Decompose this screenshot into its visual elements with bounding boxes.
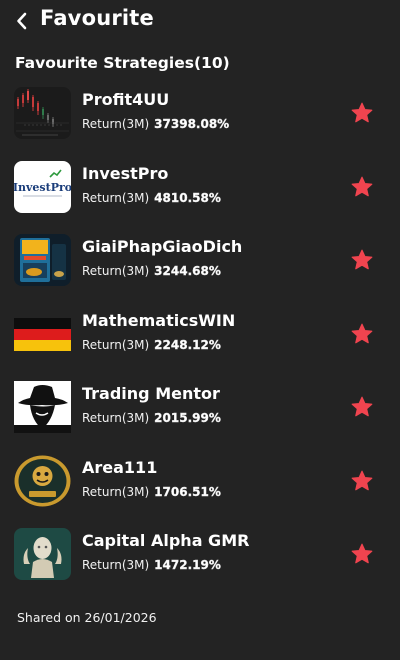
shared-date-text: Shared on 26/01/2026 xyxy=(17,610,157,625)
return-value: 1472.19% xyxy=(154,558,221,572)
return-info: Return(3M) 2015.99% xyxy=(82,411,221,425)
investpro-logo-text: InvestPro xyxy=(14,181,71,194)
return-info: Return(3M) 4810.58% xyxy=(82,190,221,205)
gold-emblem-thumbnail xyxy=(14,454,71,507)
strategy-name: InvestPro xyxy=(82,163,169,183)
return-info: Return(3M) 2248.12% xyxy=(82,337,221,352)
favourite-star-button[interactable] xyxy=(350,395,376,421)
star-icon xyxy=(351,323,373,343)
list-item[interactable]: MathematicsWIN Return(3M) 2248.12% xyxy=(0,303,400,377)
list-item[interactable]: Capital Alpha GMR Return(3M) 1472.19% xyxy=(0,523,400,597)
return-value: 3244.68% xyxy=(154,264,221,278)
return-value: 1706.51% xyxy=(154,484,221,499)
strategy-name: MathematicsWIN xyxy=(82,310,236,330)
return-info: Return(3M) 37398.08% xyxy=(82,117,229,131)
return-info: Return(3M) 3244.68% xyxy=(82,264,221,278)
favourite-star-button[interactable] xyxy=(350,175,376,201)
strategy-list: Profit4UU Return(3M) 37398.08% InvestPro… xyxy=(0,82,400,597)
strategy-name: Area111 xyxy=(82,457,158,477)
book-cover-thumbnail xyxy=(14,234,71,286)
back-button[interactable] xyxy=(10,8,34,34)
chevron-left-icon xyxy=(17,12,27,30)
favourite-star-button[interactable] xyxy=(350,248,376,274)
return-value: 37398.08% xyxy=(154,117,230,131)
star-icon xyxy=(351,396,373,417)
candlestick-chart-thumbnail xyxy=(14,87,71,139)
list-item[interactable]: GiaiPhapGiaoDich Return(3M) 3244.68% xyxy=(0,229,400,303)
german-flag-thumbnail xyxy=(14,307,71,360)
return-label: Return(3M) xyxy=(82,264,150,278)
star-icon xyxy=(351,102,373,123)
list-item[interactable]: Trading Mentor Return(3M) 2015.99% xyxy=(0,376,400,450)
return-value: 4810.58% xyxy=(154,190,221,205)
section-title: Favourite Strategies(10) xyxy=(15,54,230,72)
favourite-star-button[interactable] xyxy=(350,542,376,568)
star-icon xyxy=(351,470,373,490)
return-label: Return(3M) xyxy=(82,484,150,499)
hat-silhouette-thumbnail xyxy=(14,381,71,433)
list-item[interactable]: Profit4UU Return(3M) 37398.08% xyxy=(0,82,400,156)
favourite-star-button[interactable] xyxy=(350,101,376,127)
favourite-star-button[interactable] xyxy=(350,469,376,495)
return-info: Return(3M) 1472.19% xyxy=(82,558,221,572)
strategy-name: GiaiPhapGiaoDich xyxy=(82,237,243,256)
favourite-star-button[interactable] xyxy=(350,322,376,348)
page-title: Favourite xyxy=(40,6,154,30)
list-item[interactable]: InvestPro InvestPro Return(3M) 4810.58% xyxy=(0,156,400,230)
return-label: Return(3M) xyxy=(82,190,150,205)
star-icon xyxy=(351,543,373,564)
strategy-name: Capital Alpha GMR xyxy=(82,531,250,550)
strategy-name: Trading Mentor xyxy=(82,384,220,403)
star-icon xyxy=(351,249,373,270)
investpro-logo-thumbnail: InvestPro xyxy=(14,160,71,213)
strategy-name: Profit4UU xyxy=(82,90,170,109)
return-label: Return(3M) xyxy=(82,558,150,572)
star-icon xyxy=(351,176,373,196)
return-value: 2015.99% xyxy=(154,411,221,425)
list-item[interactable]: Area111 Return(3M) 1706.51% xyxy=(0,450,400,524)
return-info: Return(3M) 1706.51% xyxy=(82,484,221,499)
statue-thumbnail xyxy=(14,528,71,580)
return-label: Return(3M) xyxy=(82,117,150,131)
return-label: Return(3M) xyxy=(82,411,150,425)
return-value: 2248.12% xyxy=(154,337,221,352)
header: Favourite xyxy=(0,0,400,42)
return-label: Return(3M) xyxy=(82,337,150,352)
